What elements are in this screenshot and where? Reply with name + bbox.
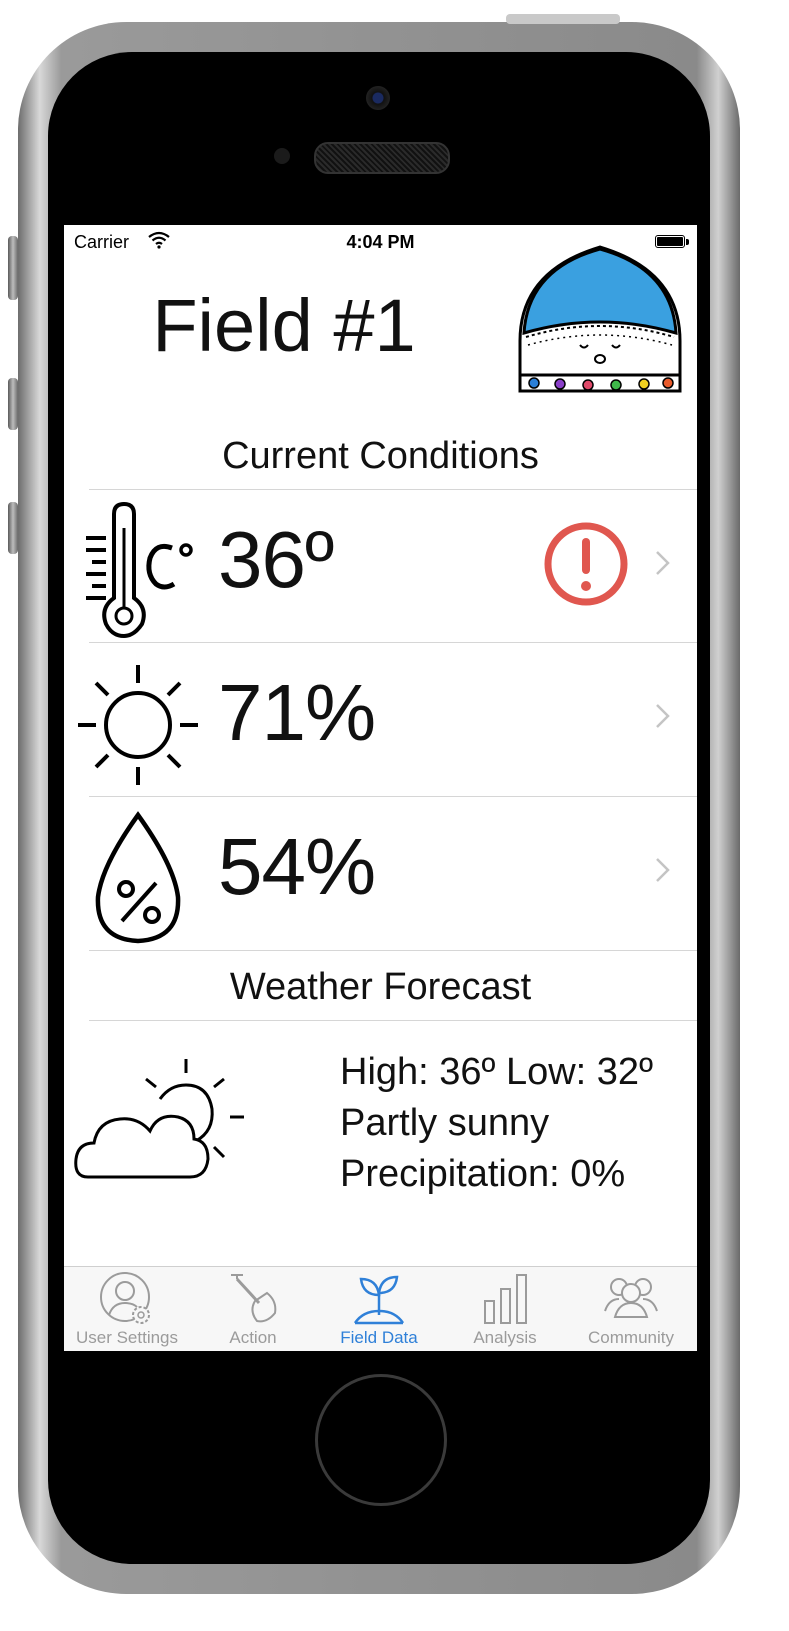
proximity-sensor	[274, 148, 290, 164]
divider	[89, 950, 697, 951]
mascot-avatar-icon[interactable]	[514, 241, 686, 401]
tab-label: Analysis	[473, 1328, 537, 1347]
chevron-right-icon	[656, 704, 670, 728]
forecast-precipitation: Precipitation: 0%	[340, 1153, 626, 1195]
chevron-right-icon	[656, 858, 670, 882]
sunlight-value: 71%	[218, 668, 376, 757]
tab-label: Community	[588, 1328, 674, 1347]
humidity-row[interactable]: 54%	[64, 797, 697, 949]
tab-analysis[interactable]: Analysis	[442, 1267, 568, 1351]
tab-user-settings[interactable]: User Settings	[64, 1267, 190, 1351]
current-conditions-heading: Current Conditions	[222, 435, 539, 477]
power-button	[506, 14, 620, 24]
user-settings-icon	[100, 1272, 150, 1324]
bar-chart-icon	[484, 1274, 527, 1324]
tab-community[interactable]: Community	[568, 1267, 694, 1351]
thermometer-celsius-icon	[86, 501, 193, 638]
forecast-condition: Partly sunny	[340, 1102, 550, 1144]
humidity-drop-icon	[95, 811, 181, 944]
divider	[89, 1020, 697, 1021]
tab-label: Action	[229, 1328, 277, 1347]
shovel-icon	[231, 1274, 277, 1323]
volume-down-button	[8, 502, 18, 554]
sunlight-row[interactable]: 71%	[64, 643, 697, 795]
tab-label: User Settings	[75, 1328, 179, 1347]
home-button[interactable]	[315, 1374, 447, 1506]
chevron-right-icon	[656, 551, 670, 575]
community-icon	[604, 1278, 658, 1318]
forecast-details: High: 36º Low: 32º Partly sunny Precipit…	[340, 1047, 653, 1200]
sun-icon	[78, 665, 198, 785]
partly-cloudy-icon	[74, 1059, 244, 1179]
weather-forecast-heading: Weather Forecast	[229, 966, 532, 1008]
tab-action[interactable]: Action	[190, 1267, 316, 1351]
front-camera	[366, 86, 390, 110]
earpiece-speaker	[314, 142, 450, 174]
alert-icon[interactable]	[542, 520, 630, 608]
battery-tip	[686, 239, 689, 245]
sprout-icon	[353, 1275, 405, 1325]
temperature-row[interactable]: 36º	[64, 490, 697, 642]
humidity-value: 54%	[218, 822, 376, 911]
temperature-value: 36º	[218, 515, 334, 604]
tab-bar: User Settings Action Field Data Analysis…	[64, 1266, 697, 1351]
tab-label: Field Data	[340, 1328, 418, 1347]
mute-switch	[8, 236, 18, 300]
page-title: Field #1	[152, 284, 416, 367]
app-screen: Carrier 4:04 PM Field #1 Current Conditi…	[64, 225, 697, 1351]
volume-up-button	[8, 378, 18, 430]
forecast-high-low: High: 36º Low: 32º	[340, 1051, 653, 1093]
tab-field-data[interactable]: Field Data	[316, 1267, 442, 1351]
